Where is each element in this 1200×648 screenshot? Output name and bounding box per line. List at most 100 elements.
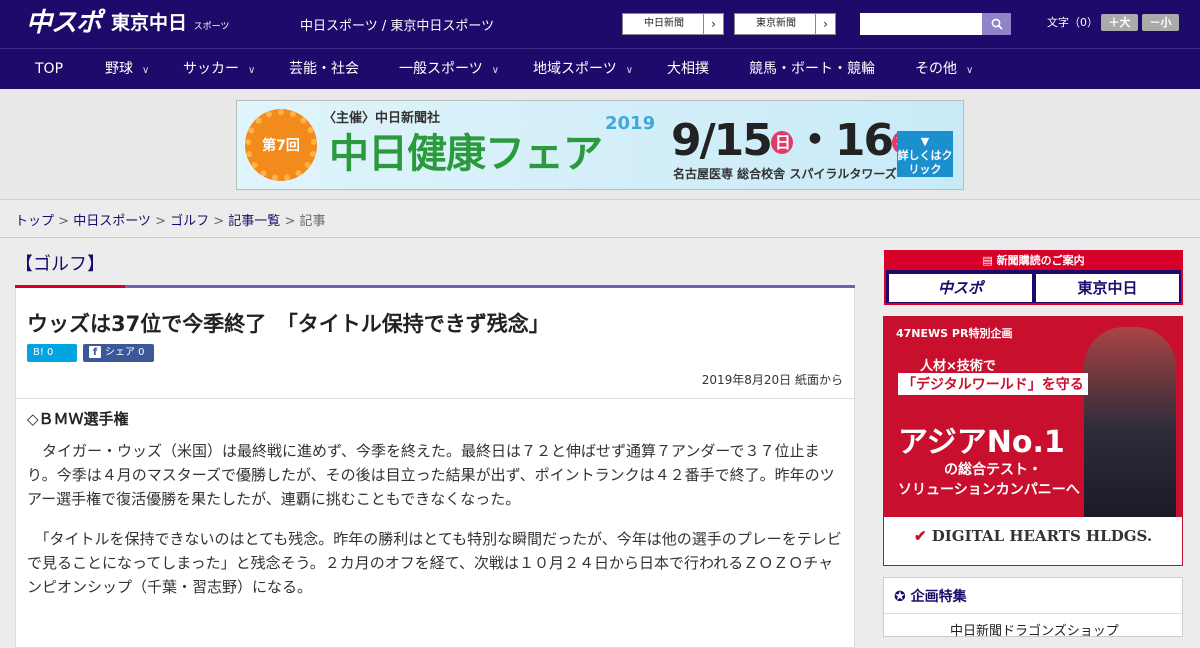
nav-item-label: 大相撲	[667, 61, 709, 77]
tokyo-chunichi-logo[interactable]: 東京中日 スポーツ	[111, 10, 229, 40]
ad-line-2: 「デジタルワールド」を守る	[898, 373, 1088, 395]
ad-person-photo	[1084, 327, 1176, 517]
digital-hearts-ad[interactable]: 47NEWS PR特別企画 人材×技術で 「デジタルワールド」を守る アジアNo…	[883, 316, 1183, 566]
breadcrumb-article-list[interactable]: 記事一覧	[228, 214, 280, 229]
font-smaller-button[interactable]: －小	[1142, 14, 1179, 31]
article-paragraph-2: 「タイトルを保持できないのはとても残念。昨年の勝利はとても特別な瞬間だったが、今…	[27, 530, 842, 596]
subscription-title: ▤ 新聞購読のご案内	[886, 252, 1181, 270]
breadcrumb-chunichi-sports[interactable]: 中日スポーツ	[73, 214, 151, 229]
breadcrumb-sep: >	[54, 214, 74, 229]
nav-item-sumo[interactable]: 大相撲	[667, 49, 709, 90]
article-subhead: ◇ＢＭＷ選手権	[27, 410, 129, 428]
chevron-down-icon: ∨	[142, 65, 150, 76]
chevron-down-icon: ∨	[491, 65, 500, 76]
font-size-label: 文字（0）	[1047, 16, 1098, 29]
article-paragraph-1: タイガー・ウッズ（米国）は最終戦に進めず、今季を終えた。最終日は７２と伸ばせず通…	[27, 442, 835, 508]
banner-title: 中日健康フェア	[329, 131, 603, 177]
ad-line-3: アジアNo.1	[898, 425, 1065, 460]
search-icon	[991, 18, 1003, 30]
breadcrumb-sep: >	[209, 214, 229, 229]
chevron-down-icon: ∨	[625, 65, 634, 76]
banner-date-1: 9/15	[671, 115, 773, 166]
banner-dates: 9/15日・16祝	[671, 115, 915, 167]
breadcrumb-top[interactable]: トップ	[15, 214, 54, 229]
main-nav: TOP 野球 ∨ サッカー ∨ 芸能・社会 一般スポーツ ∨ 地域スポーツ ∨ 大相撲 …	[0, 48, 1200, 89]
nav-item-baseball[interactable]: 野球 ∨	[105, 49, 149, 90]
hatena-bookmark-button[interactable]: B! 0	[27, 344, 77, 362]
nav-item-label: 地域スポーツ	[533, 61, 617, 77]
facebook-share-label: シェア 0	[105, 347, 145, 358]
breadcrumb-golf[interactable]: ゴルフ	[170, 214, 209, 229]
divider	[0, 237, 1200, 238]
nav-item-top[interactable]: TOP	[35, 49, 63, 90]
nav-item-racing[interactable]: 競馬・ボート・競輪	[749, 49, 875, 90]
newspaper-icon: ▤	[982, 254, 997, 267]
search-input[interactable]	[860, 13, 982, 35]
nav-item-label: TOP	[35, 61, 64, 77]
chuspo-logo[interactable]: 中スポ	[26, 8, 102, 38]
nav-item-label: 競馬・ボート・競輪	[749, 61, 875, 77]
banner-day-1: 日	[770, 131, 793, 154]
ad-label: 47NEWS PR特別企画	[896, 327, 1013, 340]
category-title: 【ゴルフ】	[15, 254, 105, 275]
chevron-right-icon: ›	[815, 14, 835, 34]
tokyo-logo-text: 東京中日	[111, 12, 188, 34]
ad-brand-text: DIGITAL HEARTS HLDGS.	[931, 527, 1153, 545]
nav-item-label: 野球	[105, 61, 133, 77]
search-button[interactable]	[982, 13, 1011, 35]
tokyo-shimbun-label: 東京新聞	[756, 18, 796, 29]
article-headline: ウッズは37位で今季終了 「タイトル保持できず残念」	[27, 312, 550, 336]
nav-item-label: サッカー	[183, 61, 239, 77]
ad-line-5: ソリューションカンパニーへ	[898, 482, 1080, 498]
tokyo-logo-small: スポーツ	[193, 22, 230, 32]
subscribe-tokyo-button[interactable]: 東京中日	[1036, 274, 1179, 302]
banner-cta-label: 詳しくはクリック	[897, 149, 953, 176]
subscription-title-text: 新聞購読のご案内	[996, 254, 1085, 267]
feature-box: ✪ 企画特集 中日新聞ドラゴンズショップ	[883, 577, 1183, 639]
chunichi-shimbun-label: 中日新聞	[644, 18, 684, 29]
ad-brand: ✔ DIGITAL HEARTS HLDGS.	[884, 527, 1182, 545]
divider	[16, 398, 854, 399]
nav-item-general-sports[interactable]: 一般スポーツ ∨	[399, 49, 499, 90]
nav-item-label: 芸能・社会	[289, 61, 359, 77]
nav-item-label: 一般スポーツ	[399, 61, 483, 77]
article-body: ウッズは37位で今季終了 「タイトル保持できず残念」 B! 0 f シェア 0 2…	[15, 288, 855, 648]
banner-date-2: ・16	[792, 115, 894, 166]
subscription-box: ▤ 新聞購読のご案内 中スポ 東京中日	[884, 250, 1183, 305]
feature-title-text: 企画特集	[910, 589, 967, 605]
badge-icon: ✪	[894, 589, 911, 605]
site-title: 中日スポーツ / 東京中日スポーツ	[300, 19, 495, 34]
checkmark-icon: ✔	[913, 527, 932, 545]
banner-round: 第7回	[262, 138, 300, 154]
breadcrumb-current: 記事	[299, 214, 326, 229]
banner-venue: 名古屋医専 総合校舎 スパイラルタワーズ	[673, 167, 897, 181]
health-fair-banner[interactable]: 第7回 〈主催〉中日新聞社 中日健康フェア 2019 9/15日・16祝 名古屋…	[236, 100, 964, 190]
font-larger-button[interactable]: ＋大	[1101, 14, 1138, 31]
nav-item-soccer[interactable]: サッカー ∨	[183, 49, 255, 90]
flower-badge: 第7回	[245, 109, 317, 181]
chevron-down-icon: ∨	[966, 65, 974, 76]
ad-line-1: 人材×技術で	[920, 359, 996, 374]
feature-title: ✪ 企画特集	[894, 586, 967, 606]
divider	[884, 613, 1182, 614]
facebook-share-button[interactable]: f シェア 0	[83, 344, 154, 362]
chevron-right-icon: ›	[703, 14, 723, 34]
nav-item-regional-sports[interactable]: 地域スポーツ ∨	[533, 49, 633, 90]
chunichi-shimbun-link[interactable]: 中日新聞 ›	[622, 13, 724, 35]
nav-item-other[interactable]: その他 ∨	[915, 49, 973, 90]
top-bar: 中スポ 東京中日 スポーツ 中日スポーツ / 東京中日スポーツ 中日新聞 › 東…	[0, 0, 1200, 48]
triangle-down-icon: ▼	[920, 135, 930, 148]
nav-item-label: その他	[915, 61, 957, 77]
banner-year: 2019	[605, 113, 656, 134]
ad-line-4: の総合テスト・	[944, 462, 1042, 478]
chevron-down-icon: ∨	[248, 65, 256, 76]
facebook-icon: f	[89, 346, 101, 358]
subscribe-chuspo-button[interactable]: 中スポ	[889, 274, 1032, 302]
banner-details-button[interactable]: ▼ 詳しくはクリック	[897, 131, 953, 177]
tokyo-shimbun-link[interactable]: 東京新聞 ›	[734, 13, 836, 35]
banner-organizer: 〈主催〉中日新聞社	[323, 111, 441, 126]
nav-item-entertainment[interactable]: 芸能・社会	[289, 49, 359, 90]
breadcrumb-sep: >	[150, 214, 171, 229]
breadcrumb: トップ > 中日スポーツ > ゴルフ > 記事一覧 > 記事	[15, 210, 326, 229]
breadcrumb-sep: >	[280, 214, 300, 229]
